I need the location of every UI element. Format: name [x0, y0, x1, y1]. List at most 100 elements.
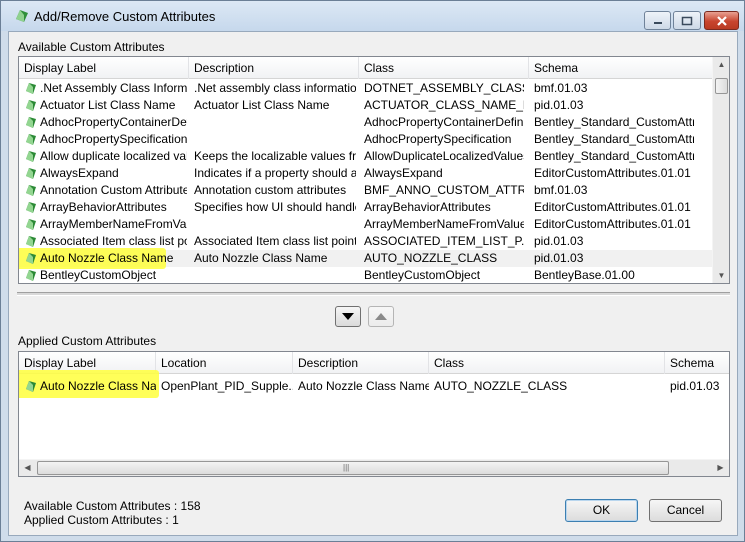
cell-schema: pid.01.03: [670, 379, 720, 393]
minimize-button[interactable]: [644, 11, 671, 30]
available-list-header: Display Label Description Class Schema: [19, 57, 714, 79]
triangle-down-icon: [342, 312, 354, 320]
app-gem-icon: [16, 10, 28, 25]
cell-description: Auto Nozzle Class Name: [298, 379, 429, 393]
cell-class: BMF_ANNO_CUSTOM_ATTRI...: [364, 183, 524, 197]
cell-description: [194, 216, 356, 233]
column-header-description[interactable]: Description: [189, 57, 359, 79]
close-icon: [716, 15, 727, 26]
scroll-down-arrow-icon[interactable]: ▼: [713, 271, 729, 280]
applied-count-text: Applied Custom Attributes : 1: [24, 513, 179, 527]
table-row[interactable]: Annotation Custom Attributes Annotation c…: [19, 182, 714, 199]
maximize-icon: [681, 16, 693, 25]
cell-class: AdhocPropertyContainerDefiniti...: [364, 115, 524, 129]
table-row[interactable]: AdhocPropertyContainerDefi... AdhocProper…: [19, 114, 714, 131]
column-header-class[interactable]: Class: [359, 57, 529, 79]
cell-display-label: BentleyCustomObject: [40, 268, 157, 282]
cell-display-label: AlwaysExpand: [40, 166, 119, 180]
cell-schema: EditorCustomAttributes.01.01: [534, 200, 691, 214]
cell-class: AllowDuplicateLocalizedValues: [364, 149, 524, 163]
cell-class: BentleyCustomObject: [364, 268, 481, 282]
table-row[interactable]: ArrayBehaviorAttributes Specifies how UI …: [19, 199, 714, 216]
table-row[interactable]: Auto Nozzle Class Name Auto Nozzle Class …: [19, 248, 714, 269]
column-header-class[interactable]: Class: [429, 352, 665, 374]
cell-schema: EditorCustomAttributes.01.01: [534, 166, 691, 180]
column-header-description[interactable]: Description: [293, 352, 429, 374]
available-scroll-thumb[interactable]: [715, 78, 728, 94]
move-up-button[interactable]: [368, 306, 394, 327]
column-header-location[interactable]: Location: [156, 352, 293, 374]
cell-class: AdhocPropertySpecification: [364, 132, 512, 146]
applied-attributes-list[interactable]: Display Label Location Description Class…: [18, 351, 730, 477]
cell-description: [194, 114, 356, 131]
table-row[interactable]: Allow duplicate localized val... Keeps th…: [19, 148, 714, 165]
cell-class: ArrayMemberNameFromValue: [364, 217, 524, 231]
available-group-label: Available Custom Attributes: [18, 40, 165, 54]
cell-schema: bmf.01.03: [534, 81, 588, 95]
cell-description: Annotation custom attributes: [194, 183, 347, 197]
scroll-up-arrow-icon[interactable]: ▲: [713, 60, 729, 69]
triangle-up-icon: [375, 312, 387, 320]
cell-display-label: AdhocPropertyContainerDefi...: [40, 115, 187, 129]
minimize-icon: [653, 21, 662, 24]
cell-description: Actuator List Class Name: [194, 98, 330, 112]
cell-location: OpenPlant_PID_Supple...: [161, 379, 293, 393]
applied-group-label: Applied Custom Attributes: [18, 334, 157, 348]
table-row[interactable]: AdhocPropertySpecification AdhocPropertyS…: [19, 131, 714, 148]
cell-schema: pid.01.03: [534, 98, 584, 112]
cell-display-label: Auto Nozzle Class Na...: [40, 379, 156, 393]
cell-description: Associated Item class list pointer: [194, 234, 356, 248]
applied-horizontal-scrollbar[interactable]: ◀ ||| ▶: [19, 459, 729, 476]
cell-display-label: ArrayBehaviorAttributes: [40, 200, 167, 214]
cell-class: AUTO_NOZZLE_CLASS: [364, 251, 498, 265]
cell-class: DOTNET_ASSEMBLY_CLASS...: [364, 81, 524, 95]
cell-schema: EditorCustomAttributes.01.01: [534, 217, 691, 231]
column-header-display-label[interactable]: Display Label: [19, 57, 189, 79]
dialog-window: Add/Remove Custom Attributes Available C…: [0, 0, 745, 542]
window-title: Add/Remove Custom Attributes: [34, 9, 216, 24]
table-row[interactable]: Auto Nozzle Class Na... OpenPlant_PID_Sup…: [19, 370, 729, 398]
cell-description: [194, 267, 356, 283]
cell-schema: bmf.01.03: [534, 183, 588, 197]
cell-schema: Bentley_Standard_CustomAttrib...: [534, 149, 694, 163]
cell-display-label: ArrayMemberNameFromValue: [40, 217, 187, 231]
cell-display-label: .Net Assembly Class Informat...: [40, 81, 187, 95]
available-vertical-scrollbar[interactable]: ▲ ▼: [712, 57, 729, 283]
cell-display-label: Allow duplicate localized val...: [40, 149, 187, 163]
cell-schema: Bentley_Standard_CustomAttrib...: [534, 115, 694, 129]
cell-description: Indicates if a property should al...: [194, 166, 356, 180]
scroll-grip-icon: |||: [343, 463, 350, 472]
maximize-button[interactable]: [673, 11, 701, 30]
move-down-button[interactable]: [335, 306, 361, 327]
cell-schema: pid.01.03: [534, 251, 584, 265]
cell-description: Keeps the localizable values fro...: [194, 149, 356, 163]
close-button[interactable]: [704, 11, 739, 30]
ok-button[interactable]: OK: [565, 499, 638, 522]
table-row[interactable]: AlwaysExpand Indicates if a property shou…: [19, 165, 714, 182]
table-row[interactable]: ArrayMemberNameFromValue ArrayMemberNameF…: [19, 216, 714, 233]
cell-description: [194, 131, 356, 148]
table-row[interactable]: Actuator List Class Name Actuator List Cl…: [19, 97, 714, 114]
column-header-schema[interactable]: Schema: [529, 57, 714, 79]
cell-description: Auto Nozzle Class Name: [194, 251, 328, 265]
column-header-schema[interactable]: Schema: [665, 352, 729, 374]
cell-class: ArrayBehaviorAttributes: [364, 200, 491, 214]
scroll-left-arrow-icon[interactable]: ◀: [19, 463, 36, 472]
available-attributes-list[interactable]: Display Label Description Class Schema .…: [18, 56, 730, 284]
scroll-right-arrow-icon[interactable]: ▶: [712, 463, 729, 472]
dialog-body: Available Custom Attributes Display Labe…: [8, 31, 738, 536]
table-row[interactable]: BentleyCustomObject BentleyCustomObject Be…: [19, 267, 714, 283]
cell-schema: Bentley_Standard_CustomAttrib...: [534, 132, 694, 146]
cell-schema: BentleyBase.01.00: [534, 268, 635, 282]
table-row[interactable]: .Net Assembly Class Informat... .Net asse…: [19, 80, 714, 97]
cell-display-label: Actuator List Class Name: [40, 98, 176, 112]
title-bar[interactable]: Add/Remove Custom Attributes: [1, 1, 744, 31]
available-count-text: Available Custom Attributes : 158: [24, 499, 201, 513]
panel-splitter[interactable]: [17, 292, 730, 296]
cell-class: ASSOCIATED_ITEM_LIST_P...: [364, 234, 524, 248]
cancel-button[interactable]: Cancel: [649, 499, 722, 522]
cell-class: ACTUATOR_CLASS_NAME_L...: [364, 98, 524, 112]
cell-display-label: Annotation Custom Attributes: [40, 183, 187, 197]
cell-display-label: AdhocPropertySpecification: [40, 132, 187, 146]
applied-scroll-thumb[interactable]: |||: [37, 461, 669, 475]
